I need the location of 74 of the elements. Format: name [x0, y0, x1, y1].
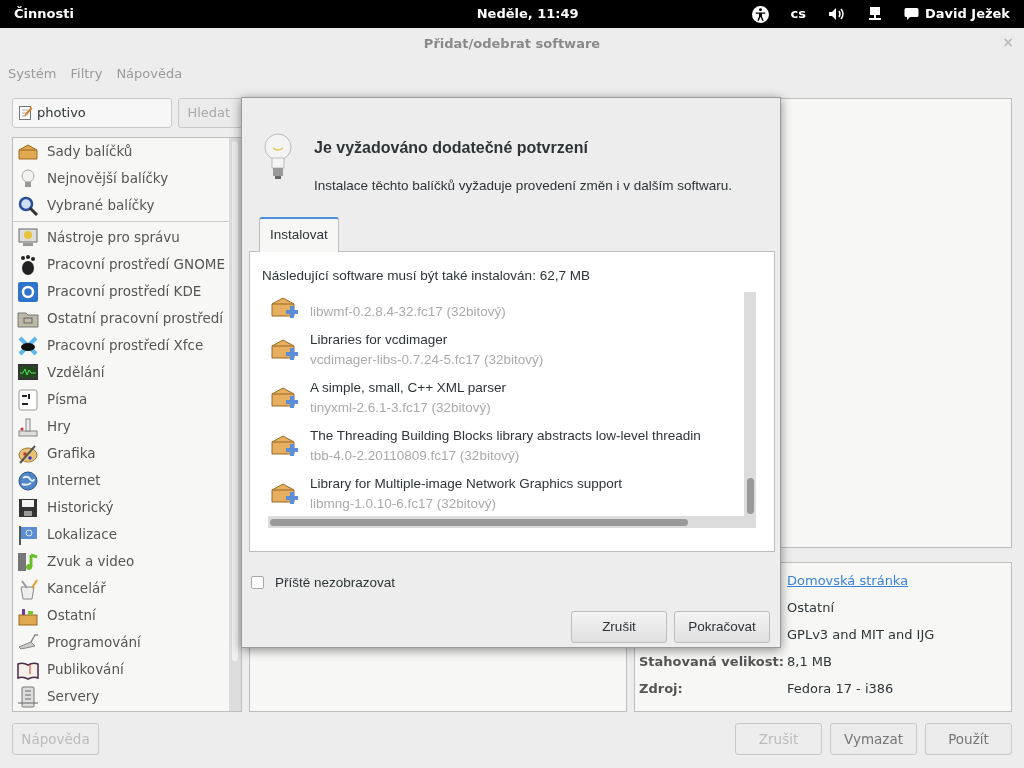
film-note-icon — [17, 550, 39, 573]
package-name: libwmf-0.2.8.4-32.fc17 (32bitový) — [310, 302, 506, 321]
package-summary: A simple, small, C++ XML parser — [310, 378, 507, 397]
tab[interactable]: Instalovat — [259, 217, 339, 252]
category-item[interactable]: Zvuk a video — [13, 548, 135, 575]
detail-value: Ostatní — [787, 598, 835, 617]
language-indicator[interactable]: cs — [790, 4, 806, 24]
detail-label: Stahovaná velikost: — [639, 652, 785, 671]
checkbox[interactable] — [251, 576, 264, 590]
accessibility-icon[interactable] — [751, 5, 769, 23]
volume-icon[interactable] — [827, 7, 846, 21]
install-heading: Následující software musí být také instalován: 62,7 MB — [262, 266, 591, 285]
detail-value: Fedora 17 - i386 — [787, 679, 894, 698]
gear-tile-icon — [17, 280, 39, 303]
category-item[interactable]: Grafika — [13, 440, 96, 467]
search-field[interactable]: photivo — [12, 98, 173, 128]
category-item[interactable]: Kancelář — [13, 575, 106, 602]
action-button[interactable]: Vymazat — [830, 723, 917, 755]
server-icon — [17, 685, 39, 708]
category-item[interactable]: Nejnovější balíčky — [13, 165, 169, 192]
scrollbar[interactable] — [268, 515, 756, 528]
category-item[interactable]: Servery — [13, 683, 100, 710]
category-item[interactable]: Lokalizace — [13, 521, 117, 548]
scrollbar[interactable] — [744, 291, 756, 516]
category-item[interactable]: Vzdělání — [13, 359, 105, 386]
detail-value: 8,1 MB — [787, 652, 832, 671]
chat-icon[interactable] — [903, 7, 919, 21]
package-summary: The Threading Building Blocks library abstracts low-level threadin — [310, 426, 701, 445]
clock[interactable]: Neděle, 11:49 — [476, 4, 579, 24]
category-item[interactable]: Ostatní pracovní prostředí — [13, 305, 224, 332]
dialog-message: Instalace těchto balíčků vyžaduje provedení změn i v dalším softwaru. — [314, 177, 732, 195]
floppy-icon — [17, 496, 39, 519]
mouse-cross-icon — [17, 334, 39, 357]
user-name[interactable]: David Ježek — [924, 4, 1010, 24]
category-item[interactable]: Písma — [13, 386, 88, 413]
edit-icon — [19, 105, 33, 121]
category-item[interactable]: Pracovní prostředí Xfce — [13, 332, 204, 359]
package-name: vcdimager-libs-0.7.24-5.fc17 (32bitový) — [310, 350, 544, 369]
globe-icon — [17, 469, 39, 492]
dialog-button[interactable]: Zrušit — [571, 610, 667, 643]
package-summary: Libraries for vcdimager — [310, 330, 449, 349]
package-name: tbb-4.0-2.20110809.fc17 (32bitový) — [310, 446, 521, 465]
font-tile-icon — [17, 388, 39, 411]
action-button[interactable]: Použít — [925, 723, 1012, 755]
category-item[interactable]: Nástroje pro správu — [13, 224, 180, 251]
package-name: tinyxml-2.6.1-3.fc17 (32bitový) — [310, 398, 492, 417]
category-item[interactable]: Hry — [13, 413, 71, 440]
flag-icon — [17, 523, 39, 546]
monitor-icon — [17, 226, 39, 249]
category-item[interactable]: Publikování — [13, 656, 124, 683]
category-item[interactable]: Historický — [13, 494, 114, 521]
category-item[interactable]: Pracovní prostředí GNOME — [13, 251, 225, 278]
dialog-title: Je vyžadováno dodatečné potvrzení — [314, 138, 589, 158]
magnifier-icon — [17, 194, 39, 217]
dialog-button[interactable]: Pokračovat — [674, 610, 770, 643]
category-item[interactable]: Pracovní prostředí KDE — [13, 278, 202, 305]
package-name: libmng-1.0.10-6.fc17 (32bitový) — [310, 494, 498, 513]
detail-value: GPLv3 and MIT and IJG — [787, 625, 935, 644]
detail-label: Zdroj: — [639, 679, 684, 698]
joystick-icon — [17, 415, 39, 438]
category-item[interactable]: Internet — [13, 467, 101, 494]
homepage-link[interactable]: Domovská stránka — [787, 570, 909, 591]
checkbox-label[interactable]: Příště nezobrazovat — [275, 572, 396, 593]
category-item[interactable]: Programování — [13, 629, 141, 656]
network-icon[interactable] — [867, 6, 882, 22]
activities-button[interactable]: Činnosti — [14, 4, 74, 24]
package-summary: Library for Multiple-image Network Graphics support — [310, 474, 623, 493]
category-item[interactable]: Ostatní — [13, 602, 96, 629]
category-item[interactable]: Sady balíčků — [13, 138, 133, 165]
scrollbar[interactable] — [229, 138, 241, 711]
lightbulb-icon — [262, 132, 294, 182]
category-item[interactable]: Vybrané balíčky — [13, 192, 155, 219]
window-title: Přidat/odebrat software — [423, 35, 601, 54]
pencil-cup-icon — [17, 577, 39, 600]
